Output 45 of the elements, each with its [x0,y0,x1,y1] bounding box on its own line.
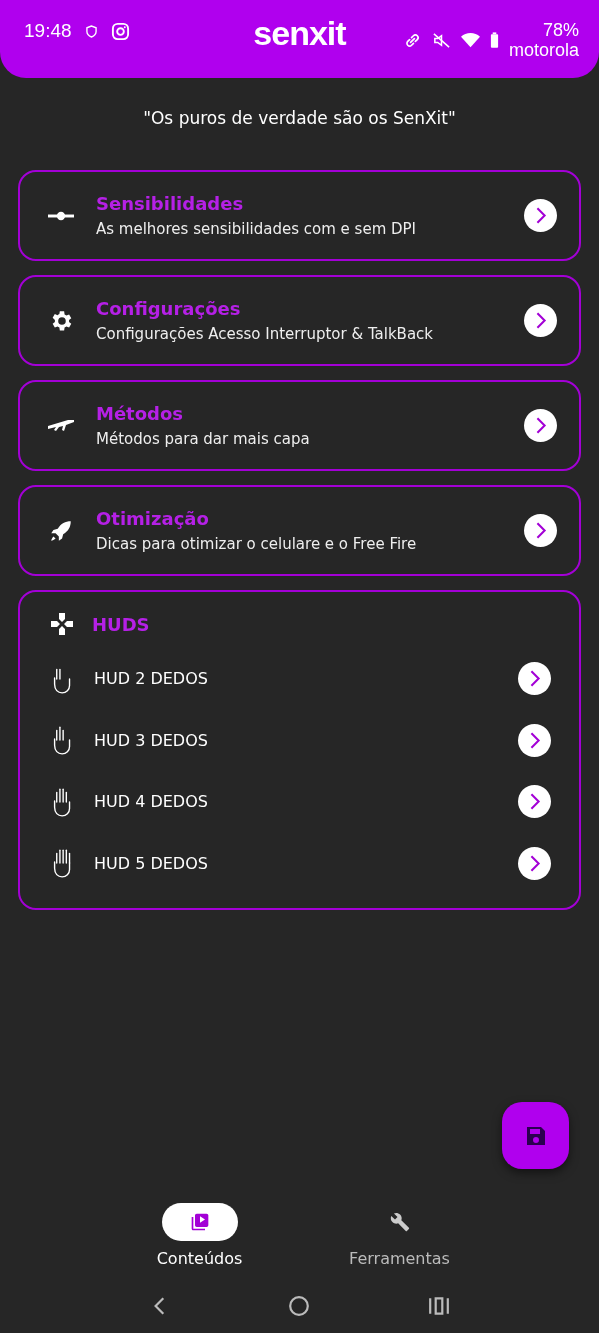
card-subtitle: Métodos para dar mais capa [96,430,311,448]
card-title: Sensibilidades [96,193,245,214]
shield-icon [85,24,97,38]
chevron-right-icon[interactable] [518,846,551,880]
chevron-right-icon[interactable] [518,785,551,819]
hud-item[interactable]: HUD 4 DEDOS [50,771,551,833]
chevron-right-icon[interactable] [524,304,557,337]
chevron-right-icon[interactable] [524,514,557,547]
home-icon[interactable] [288,1295,311,1317]
battery-icon [489,31,499,49]
nav-tab[interactable]: Ferramentas [344,1203,455,1283]
card-subtitle: Dicas para otimizar o celulare e o Free Fire [96,535,418,553]
chevron-right-icon[interactable] [518,662,551,696]
menu-card[interactable]: Otimização Dicas para otimizar o celulare e o Free Fire [18,485,581,576]
card-subtitle: Configurações Acesso Interruptor & TalkBack [96,325,435,343]
save-button[interactable] [502,1102,569,1169]
chevron-right-icon[interactable] [524,199,557,232]
card-title: Métodos [96,403,185,424]
menu-card[interactable]: Sensibilidades As melhores sensibilidades com e sem DPI [18,170,581,261]
hud-item[interactable]: HUD 3 DEDOS [50,709,551,771]
card-title: Otimização [96,508,210,529]
section-title: HUDS [92,613,150,635]
card-subtitle: As melhores sensibilidades com e sem DPI [96,220,418,238]
chevron-right-icon[interactable] [524,409,557,442]
rifle-icon [48,418,74,433]
slider-icon [48,210,74,221]
hud-item[interactable]: HUD 2 DEDOS [50,648,551,710]
menu-card[interactable]: Métodos Métodos para dar mais capa [18,380,581,471]
nav-tab[interactable]: Conteúdos [144,1203,255,1283]
battery-level: 78% [542,20,579,40]
menu-card[interactable]: Configurações Configurações Acesso Interruptor & TalkBack [18,275,581,366]
card-title: Configurações [96,298,242,319]
gamepad-icon [50,612,74,636]
status-time: 19:48 [24,20,72,42]
video-library-icon [189,1212,210,1232]
slogan: "Os puros de verdade são os SenXit" [142,108,457,128]
camera-icon [110,21,130,41]
chevron-right-icon[interactable] [518,723,551,757]
recents-icon[interactable] [428,1295,451,1317]
wifi-icon [460,30,480,50]
wrench-icon [389,1212,410,1232]
hud-item[interactable]: HUD 5 DEDOS [50,832,551,894]
carrier-name: motorola [508,40,579,60]
app-logo: senxit [253,14,346,53]
mute-icon [431,30,451,50]
